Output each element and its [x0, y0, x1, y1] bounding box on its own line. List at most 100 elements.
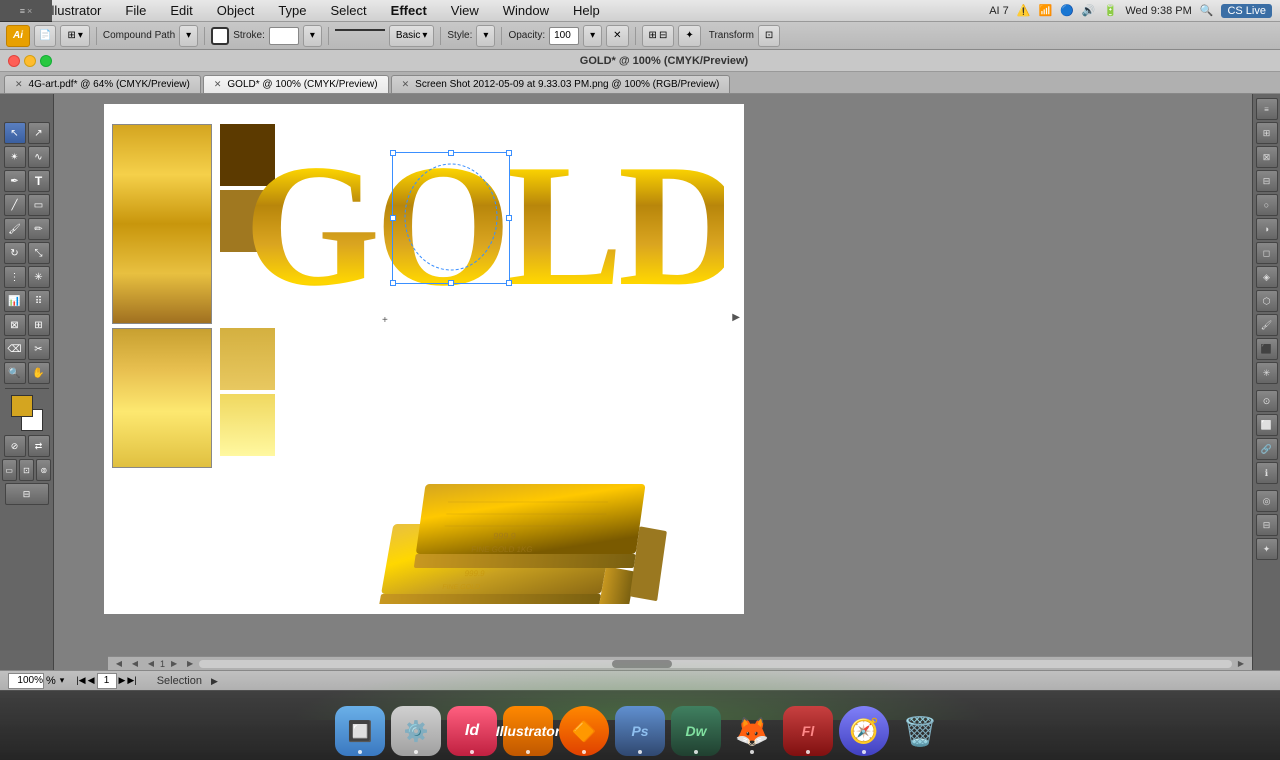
stroke-dropdown-btn[interactable]: ▾ — [303, 25, 322, 47]
canvas-area[interactable]: GOLD — [54, 94, 1252, 670]
brush-tool[interactable]: 🖌 — [4, 218, 26, 240]
zoom-tool[interactable]: 🔍 — [4, 362, 26, 384]
page-next-btn[interactable]: ▶ — [167, 657, 181, 671]
navigator-panel-btn[interactable]: ◎ — [1256, 490, 1278, 512]
dock-indesign[interactable]: Id — [447, 706, 497, 756]
horizontal-scrollbar[interactable]: ◀ ◀ ◀ 1 ▶ ▶ ▶ — [108, 656, 1252, 670]
draw-inside-btn[interactable]: ⊚ — [36, 459, 51, 481]
right-expand-arrow[interactable]: ▶ — [732, 312, 740, 323]
menu-view[interactable]: View — [447, 3, 483, 18]
volume-icon[interactable]: 🔊 — [1082, 4, 1096, 17]
type-tool[interactable]: T — [28, 170, 50, 192]
style-dropdown-btn[interactable]: ▾ — [476, 25, 495, 47]
fill-color-box[interactable] — [11, 395, 33, 417]
stroke-value-input[interactable] — [269, 27, 299, 45]
swatches-panel-btn[interactable]: ⬛ — [1256, 338, 1278, 360]
brushes-panel-btn[interactable]: 🖌 — [1256, 314, 1278, 336]
scroll-right-end[interactable]: ▶ — [1234, 657, 1248, 671]
screen-mode-btn[interactable]: ⊟ — [5, 483, 49, 505]
menu-window[interactable]: Window — [499, 3, 553, 18]
ai-logo-btn[interactable]: Ai — [6, 25, 30, 47]
zoom-input[interactable] — [8, 673, 44, 689]
dock-trash[interactable]: 🗑️ — [895, 706, 945, 756]
document-setup-btn[interactable]: 📄 — [34, 25, 56, 47]
align-panel-btn[interactable]: ⊠ — [1256, 146, 1278, 168]
gold-text-svg[interactable]: GOLD — [244, 134, 724, 309]
dock-safari[interactable]: 🧭 — [839, 706, 889, 756]
gradient-panel-btn[interactable]: ◑ — [1256, 218, 1278, 240]
menu-type[interactable]: Type — [274, 3, 310, 18]
selection-tool[interactable]: ↖ — [4, 122, 26, 144]
transform-panel-btn[interactable]: ⊞ — [1256, 122, 1278, 144]
transform2-panel-btn[interactable]: ⊟ — [1256, 514, 1278, 536]
symbol-tool[interactable]: ✳ — [28, 266, 50, 288]
direct-selection-tool[interactable]: ↗ — [28, 122, 50, 144]
menu-help[interactable]: Help — [569, 3, 604, 18]
tab-gold[interactable]: ✕ GOLD* @ 100% (CMYK/Preview) — [203, 75, 389, 93]
menu-object[interactable]: Object — [213, 3, 259, 18]
artboards-panel-btn[interactable]: ⬜ — [1256, 414, 1278, 436]
menu-effect[interactable]: Effect — [387, 3, 431, 18]
column-graph-tool[interactable]: ⠿ — [28, 290, 50, 312]
magic-wand-tool[interactable]: ✴ — [4, 146, 26, 168]
dock-vlc[interactable]: 🔶 — [559, 706, 609, 756]
opacity-options-btn[interactable]: ✕ — [606, 25, 628, 47]
menu-edit[interactable]: Edit — [166, 3, 196, 18]
graph-tool[interactable]: 📊 — [4, 290, 26, 312]
scroll-right-next[interactable]: ▶ — [183, 657, 197, 671]
search-icon[interactable]: 🔍 — [1200, 4, 1214, 17]
envelope-btn[interactable]: ✦ — [678, 25, 700, 47]
opacity-dropdown-btn[interactable]: ▾ — [583, 25, 602, 47]
tab-close-4g[interactable]: ✕ — [15, 79, 23, 90]
tab-screenshot[interactable]: ✕ Screen Shot 2012-05-09 at 9.33.03 PM.p… — [391, 75, 731, 93]
dock-dreamweaver[interactable]: Dw — [671, 706, 721, 756]
gradient-swatch-light[interactable] — [112, 328, 212, 468]
opacity-input[interactable] — [549, 27, 579, 45]
close-button[interactable] — [8, 55, 20, 67]
fill-none-btn[interactable]: ⊘ — [4, 435, 26, 457]
cs-live-btn[interactable]: CS Live — [1221, 4, 1272, 18]
stroke-panel-btn[interactable]: ○ — [1256, 194, 1278, 216]
hand-tool[interactable]: ✋ — [28, 362, 50, 384]
align-btns[interactable]: ⊞ ⊟ — [642, 25, 675, 47]
scrollbar-thumb[interactable] — [612, 660, 672, 668]
last-page-btn[interactable]: ▶| — [127, 675, 136, 686]
pen-tool[interactable]: ✒ — [4, 170, 26, 192]
slice-select-tool[interactable]: ⊞ — [28, 314, 50, 336]
slice-tool[interactable]: ⊠ — [4, 314, 26, 336]
dock-finder[interactable]: 🔲 — [335, 706, 385, 756]
menu-illustrator[interactable]: Illustrator — [44, 3, 105, 18]
gradient-swatch-main[interactable] — [112, 124, 212, 324]
dock-illustrator[interactable]: Illustrator — [503, 706, 553, 756]
scissors-tool[interactable]: ✂ — [28, 338, 50, 360]
scrollbar-track[interactable] — [199, 660, 1232, 668]
maximize-button[interactable] — [40, 55, 52, 67]
menu-select[interactable]: Select — [327, 3, 371, 18]
symbols-panel-btn[interactable]: ✳ — [1256, 362, 1278, 384]
tab-4g-art[interactable]: ✕ 4G-art.pdf* @ 64% (CMYK/Preview) — [4, 75, 201, 93]
scroll-right-prev[interactable]: ◀ — [128, 657, 142, 671]
swatch-pale-yellow[interactable] — [220, 394, 275, 456]
links-panel-btn[interactable]: 🔗 — [1256, 438, 1278, 460]
page-prev-btn[interactable]: ◀ — [144, 657, 158, 671]
swap-fill-stroke-btn[interactable]: ⇄ — [28, 435, 50, 457]
graphic-styles-btn[interactable]: ⬡ — [1256, 290, 1278, 312]
pathfinder-panel-btn[interactable]: ⊟ — [1256, 170, 1278, 192]
rotate-tool[interactable]: ↻ — [4, 242, 26, 264]
transparency-panel-btn[interactable]: ◻ — [1256, 242, 1278, 264]
zoom-dropdown-btn[interactable]: ▾ — [60, 675, 65, 686]
workspace-btn[interactable]: ⊞ ▾ — [60, 25, 89, 47]
dock-flash[interactable]: Fl — [783, 706, 833, 756]
dock-firefox[interactable]: 🦊 — [727, 706, 777, 756]
tab-close-gold[interactable]: ✕ — [214, 79, 222, 90]
swatch-light-gold[interactable] — [220, 328, 275, 390]
draw-normal-btn[interactable]: ▭ — [2, 459, 17, 481]
menu-file[interactable]: File — [121, 3, 150, 18]
first-page-btn[interactable]: |◀ — [76, 675, 85, 686]
lasso-tool[interactable]: ∿ — [28, 146, 50, 168]
pencil-tool[interactable]: ✏ — [28, 218, 50, 240]
dock-system-prefs[interactable]: ⚙️ — [391, 706, 441, 756]
status-dropdown-btn[interactable]: ▶ — [211, 676, 218, 686]
rpanel-btn-1[interactable]: ≡ — [1256, 98, 1278, 120]
variables-panel-btn[interactable]: ✦ — [1256, 538, 1278, 560]
